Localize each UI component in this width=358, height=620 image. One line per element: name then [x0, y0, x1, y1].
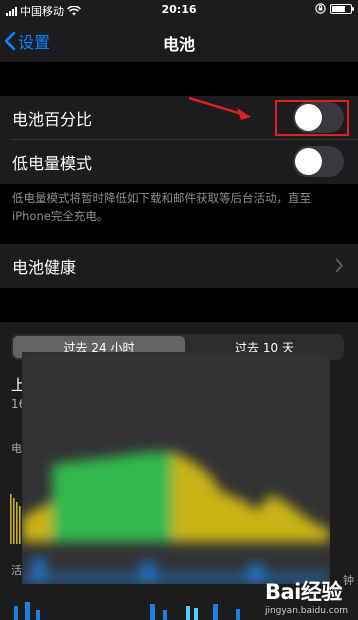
- watermark-logo: Bai经验: [265, 576, 348, 606]
- orientation-lock-icon: [315, 3, 326, 14]
- status-bar: 中国移动 20:16: [0, 0, 358, 20]
- low-power-mode-toggle[interactable]: [293, 146, 344, 177]
- status-time: 20:16: [161, 3, 197, 16]
- watermark-url: jingyan.baidu.com: [264, 606, 348, 616]
- status-right: [315, 3, 354, 14]
- battery-health-row[interactable]: 电池健康: [0, 244, 358, 288]
- battery-level-chart: [22, 352, 330, 584]
- annotation-arrow-icon: [188, 96, 251, 120]
- toggle-knob: [295, 148, 322, 175]
- battery-level-bars-left: [10, 494, 21, 544]
- page-title: 电池: [162, 35, 195, 54]
- chevron-right-icon: [335, 258, 343, 273]
- low-power-footnote: 低电量模式将暂时降低如下载和邮件获取等后台活动，直至iPhone完全充电。: [12, 191, 311, 223]
- low-power-mode-row: 低电量模式: [0, 140, 358, 184]
- activity-fragment: 活: [11, 564, 22, 577]
- blurred-battery-chart: [22, 352, 330, 584]
- battery-health-label: 电池健康: [12, 258, 77, 277]
- battery-percentage-label: 电池百分比: [12, 110, 93, 129]
- baidu-jingyan-watermark: Bai经验 jingyan.baidu.com: [265, 576, 348, 616]
- battery-icon: [330, 3, 354, 14]
- watermark-logo-text: Bai经验: [264, 580, 342, 604]
- annotation-highlight-box: [275, 100, 349, 136]
- navigation-bar: 设置 电池: [0, 20, 358, 62]
- battery-level-fragment: 电: [11, 442, 22, 455]
- low-power-mode-label: 低电量模式: [12, 154, 93, 173]
